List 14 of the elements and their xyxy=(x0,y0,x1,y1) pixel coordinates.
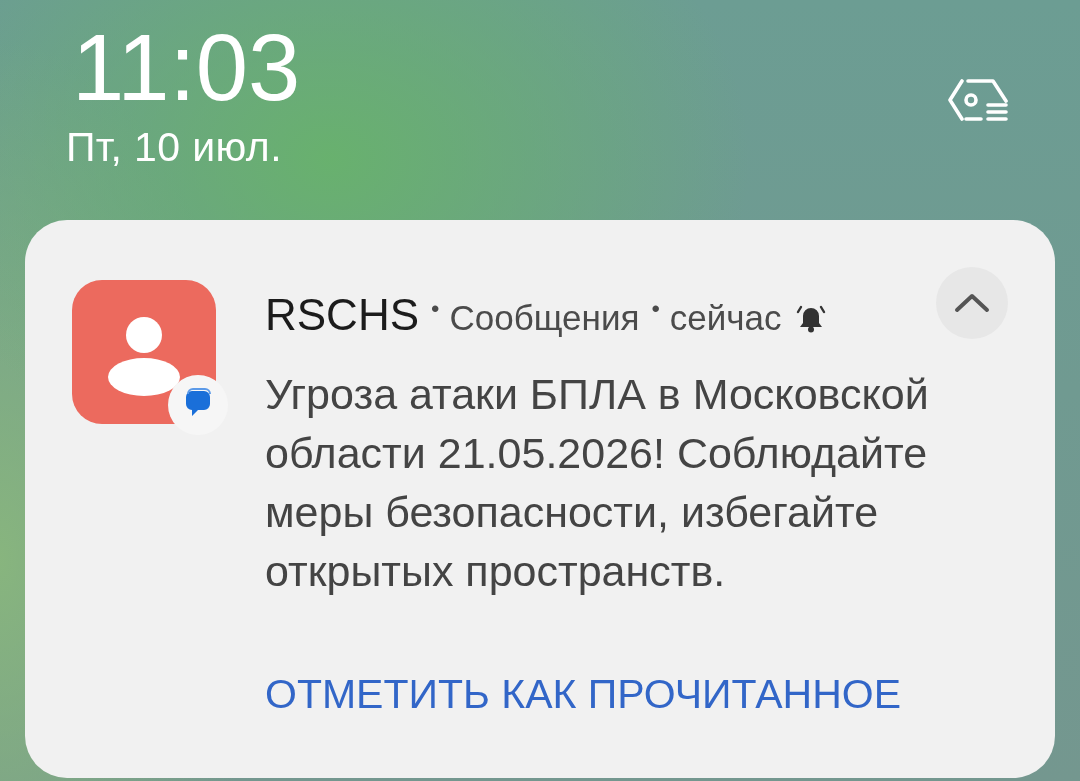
person-icon xyxy=(72,280,216,424)
chevron-up-icon xyxy=(954,293,990,313)
separator-dot: • xyxy=(431,297,440,321)
message-text: Угроза атаки БПЛА в Московской области 21.05.2026! Соблюдайте меры безопасности, избегайте открытых пространств. xyxy=(265,369,930,597)
hexagon-lines-icon xyxy=(948,79,1008,121)
notification-meta: Сообщения xyxy=(449,300,640,335)
app-name: RSCHS xyxy=(265,293,420,337)
mark-read-button[interactable]: ОТМЕТИТЬ КАК ПРОЧИТАННОЕ xyxy=(265,671,901,719)
clock-time: 11:03 xyxy=(72,21,301,115)
notification-card[interactable]: RSCHS • Сообщения • сейчас Угроза атаки БПЛА в Московской области 21.05.2026! Соблюдайте меры безопасности, избегайте открытых пространств. ОТМЕТИТЬ КАК ПРОЧИТАННОЕ xyxy=(25,220,1055,778)
bell-icon xyxy=(795,303,826,333)
date-text: Пт, 10 июл. xyxy=(66,123,283,172)
separator-dot: • xyxy=(651,297,660,321)
notification-meta: сейчас xyxy=(669,300,782,335)
